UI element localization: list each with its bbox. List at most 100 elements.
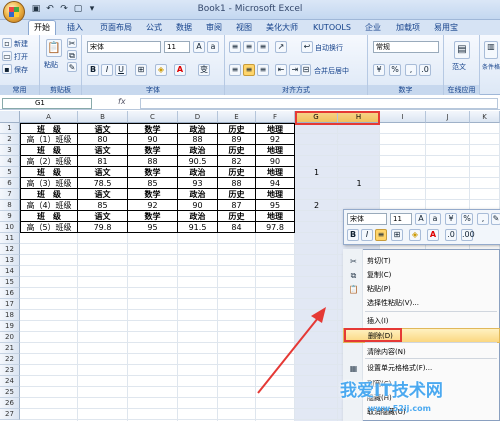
font-name-combo[interactable]: 宋体 bbox=[87, 41, 161, 53]
cut-icon[interactable]: ✂ bbox=[67, 38, 77, 48]
header-cell[interactable]: 语文 bbox=[78, 189, 128, 200]
header-cell[interactable]: 历史 bbox=[218, 189, 256, 200]
column-header-f[interactable]: F bbox=[256, 111, 295, 123]
comma-icon[interactable]: , bbox=[405, 64, 417, 76]
header-cell[interactable]: 政治 bbox=[178, 145, 218, 156]
row-header-16[interactable]: 16 bbox=[0, 288, 20, 299]
header-cell[interactable]: 数学 bbox=[128, 145, 178, 156]
data-cell[interactable]: 88 bbox=[178, 134, 218, 145]
row-header-22[interactable]: 22 bbox=[0, 354, 20, 365]
data-cell[interactable]: 92 bbox=[128, 200, 178, 211]
data-cell[interactable]: 高（5）班级 bbox=[20, 222, 78, 233]
row-header-4[interactable]: 4 bbox=[0, 156, 20, 167]
mini-font-color-icon[interactable]: A bbox=[427, 229, 439, 241]
underline-button[interactable]: U bbox=[115, 64, 127, 76]
column-header-b[interactable]: B bbox=[78, 111, 128, 123]
decimal-icon[interactable]: .0 bbox=[419, 64, 431, 76]
mini-size-combo[interactable]: 11 bbox=[390, 213, 412, 225]
tab-beautify[interactable]: 美化大师 bbox=[262, 21, 302, 35]
shrink-font-icon[interactable]: a bbox=[207, 41, 219, 53]
row-header-7[interactable]: 7 bbox=[0, 189, 20, 200]
header-cell[interactable]: 地理 bbox=[256, 123, 295, 134]
phonetic-icon[interactable]: 变 bbox=[198, 64, 210, 76]
row-header-25[interactable]: 25 bbox=[0, 387, 20, 398]
row-header-13[interactable]: 13 bbox=[0, 255, 20, 266]
header-cell[interactable]: 语文 bbox=[78, 145, 128, 156]
border-icon[interactable]: ⊞ bbox=[135, 64, 147, 76]
tab-page-layout[interactable]: 页面布局 bbox=[94, 21, 138, 35]
merge-icon[interactable]: ⊟ bbox=[301, 64, 311, 76]
data-cell[interactable]: 90.5 bbox=[178, 156, 218, 167]
data-cell[interactable]: 97.8 bbox=[256, 222, 295, 233]
context-menu-item-0[interactable]: ✂ 剪切(T) bbox=[343, 254, 500, 269]
decrease-indent-icon[interactable]: ⇤ bbox=[275, 64, 287, 76]
data-cell[interactable]: 高（1）班级 bbox=[20, 134, 78, 145]
header-cell[interactable]: 数学 bbox=[128, 189, 178, 200]
save-button[interactable]: 保存 bbox=[14, 65, 28, 75]
data-cell[interactable]: 90 bbox=[128, 134, 178, 145]
fx-icon[interactable]: fx bbox=[118, 97, 138, 109]
header-cell[interactable]: 语文 bbox=[78, 211, 128, 222]
mini-bold-button[interactable]: B bbox=[347, 229, 359, 241]
data-cell[interactable]: 87 bbox=[218, 200, 256, 211]
tab-formulas[interactable]: 公式 bbox=[142, 21, 166, 35]
row-header-11[interactable]: 11 bbox=[0, 233, 20, 244]
row-header-3[interactable]: 3 bbox=[0, 145, 20, 156]
open-button[interactable]: 打开 bbox=[14, 52, 28, 62]
mini-decimal-icon[interactable]: .0 bbox=[445, 229, 457, 241]
data-cell[interactable]: 78.5 bbox=[78, 178, 128, 189]
row-header-24[interactable]: 24 bbox=[0, 376, 20, 387]
bold-button[interactable]: B bbox=[87, 64, 99, 76]
header-cell[interactable]: 语文 bbox=[78, 123, 128, 134]
row-header-2[interactable]: 2 bbox=[0, 134, 20, 145]
formula-input[interactable] bbox=[140, 98, 498, 109]
column-header-k[interactable]: K bbox=[470, 111, 500, 123]
mini-decimal-dec-icon[interactable]: .00 bbox=[461, 229, 475, 241]
header-cell[interactable]: 数学 bbox=[128, 211, 178, 222]
column-header-d[interactable]: D bbox=[178, 111, 218, 123]
data-cell[interactable]: 85 bbox=[128, 178, 178, 189]
header-cell[interactable]: 班 级 bbox=[20, 145, 78, 156]
header-cell[interactable]: 数学 bbox=[128, 123, 178, 134]
name-box[interactable]: G1 bbox=[2, 98, 92, 109]
template-button[interactable]: 范文 bbox=[452, 62, 466, 72]
header-cell[interactable]: 政治 bbox=[178, 167, 218, 178]
column-header-j[interactable]: J bbox=[426, 111, 470, 123]
select-all-corner[interactable] bbox=[0, 111, 20, 123]
tab-view[interactable]: 视图 bbox=[232, 21, 256, 35]
row-header-26[interactable]: 26 bbox=[0, 398, 20, 409]
tab-addins[interactable]: 加载项 bbox=[392, 21, 424, 35]
font-size-combo[interactable]: 11 bbox=[164, 41, 190, 53]
tab-enterprise[interactable]: 企业 bbox=[362, 21, 384, 35]
cell-g8[interactable]: 2 bbox=[295, 200, 338, 211]
header-cell[interactable]: 地理 bbox=[256, 145, 295, 156]
row-header-19[interactable]: 19 bbox=[0, 321, 20, 332]
template-icon[interactable]: ▤ bbox=[454, 41, 470, 59]
align-top-icon[interactable]: ≡ bbox=[229, 41, 241, 53]
context-menu-item-2[interactable]: 📋 粘贴(P) bbox=[343, 282, 500, 297]
align-right-icon[interactable]: ≡ bbox=[257, 64, 269, 76]
data-cell[interactable]: 85 bbox=[78, 200, 128, 211]
context-menu-item-1[interactable]: ⧉ 复制(C) bbox=[343, 268, 500, 283]
merge-center-button[interactable]: 合并后居中 bbox=[314, 66, 349, 76]
data-cell[interactable]: 95 bbox=[128, 222, 178, 233]
context-menu-item-4[interactable]: 插入(I) bbox=[343, 314, 500, 329]
paste-large-icon[interactable]: 📋 bbox=[46, 39, 62, 57]
fill-color-icon[interactable]: ◈ bbox=[155, 64, 167, 76]
data-cell[interactable]: 高（4）班级 bbox=[20, 200, 78, 211]
mini-align-center-icon[interactable]: ≡ bbox=[375, 229, 387, 241]
header-cell[interactable]: 语文 bbox=[78, 167, 128, 178]
data-cell[interactable]: 84 bbox=[218, 222, 256, 233]
wrap-text-button[interactable]: 自动换行 bbox=[315, 43, 343, 53]
data-cell[interactable]: 90 bbox=[256, 156, 295, 167]
column-header-c[interactable]: C bbox=[128, 111, 178, 123]
data-cell[interactable]: 90 bbox=[178, 200, 218, 211]
new-button[interactable]: 新建 bbox=[14, 39, 28, 49]
align-middle-icon[interactable]: ≡ bbox=[243, 41, 255, 53]
row-header-6[interactable]: 6 bbox=[0, 178, 20, 189]
header-cell[interactable]: 班 级 bbox=[20, 167, 78, 178]
align-bottom-icon[interactable]: ≡ bbox=[257, 41, 269, 53]
italic-button[interactable]: I bbox=[101, 64, 113, 76]
conditional-format-button[interactable]: 条件格式 bbox=[482, 62, 500, 71]
row-header-10[interactable]: 10 bbox=[0, 222, 20, 233]
